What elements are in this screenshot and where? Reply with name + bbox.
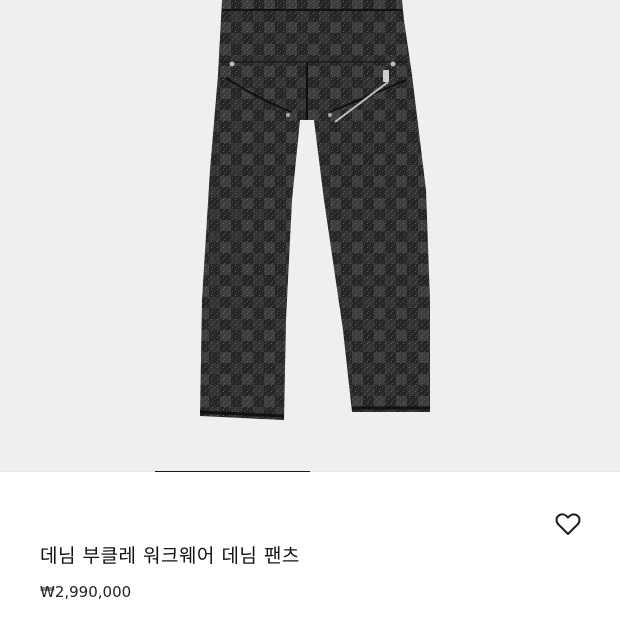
product-photo xyxy=(0,0,620,472)
gallery-progress-track xyxy=(0,471,620,472)
product-price: ₩2,990,000 xyxy=(40,583,132,601)
product-image-carousel[interactable] xyxy=(0,0,620,472)
wishlist-button[interactable] xyxy=(552,509,584,539)
gallery-progress-indicator xyxy=(155,471,310,472)
product-name: 데님 부클레 워크웨어 데님 팬츠 xyxy=(40,545,300,567)
product-info: 데님 부클레 워크웨어 데님 팬츠 ₩2,990,000 xyxy=(0,473,620,620)
heart-outline-icon xyxy=(555,513,581,535)
